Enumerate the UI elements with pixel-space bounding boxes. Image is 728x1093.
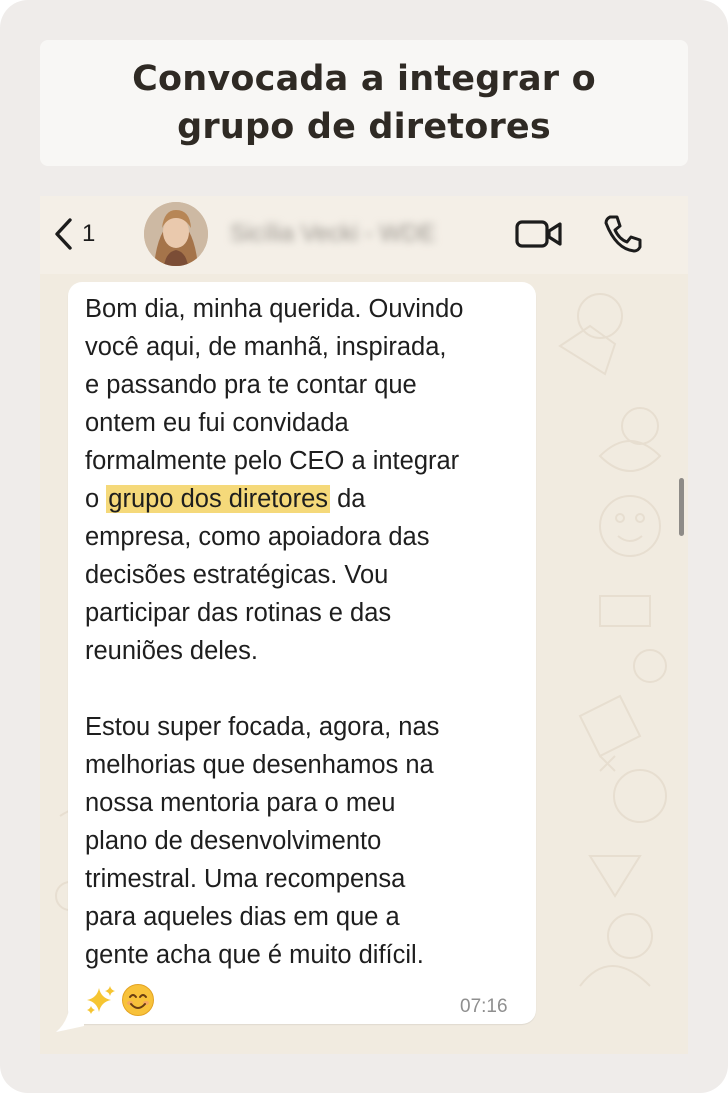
highlighted-phrase: grupo dos diretores — [106, 485, 330, 513]
video-camera-icon — [515, 220, 562, 248]
message-timestamp: 07:16 — [460, 996, 508, 1017]
chat-screenshot: 1 Sicília Vecki - WDE Bom dia, minha que… — [40, 196, 688, 1054]
back-button[interactable]: 1 — [52, 216, 112, 252]
title-box: Convocada a integrar o grupo de diretore… — [40, 40, 688, 166]
phone-icon — [604, 215, 642, 253]
post-title-line-2: grupo de diretores — [177, 107, 551, 147]
post-card: Convocada a integrar o grupo de diretore… — [0, 0, 728, 1093]
sparkles-icon — [87, 986, 115, 1014]
chat-header: 1 Sicília Vecki - WDE — [40, 196, 688, 274]
avatar[interactable] — [144, 202, 208, 266]
voice-call-button[interactable] — [600, 212, 644, 256]
unread-count: 1 — [82, 220, 96, 247]
post-title-line-1: Convocada a integrar o — [132, 59, 596, 99]
emoji-line — [85, 982, 155, 1018]
message-text-part-2: da empresa, como apoiadora das decisões … — [85, 485, 440, 969]
contact-name[interactable]: Sicília Vecki - WDE — [230, 220, 435, 248]
message-text: Bom dia, minha querida. Ouvindo você aqu… — [85, 290, 535, 974]
chevron-left-icon — [55, 218, 72, 250]
video-call-button[interactable] — [514, 214, 564, 254]
chat-scrollbar[interactable] — [679, 478, 684, 536]
bubble-tail — [56, 1004, 84, 1032]
post-title: Convocada a integrar o grupo de diretore… — [104, 55, 624, 151]
avatar-photo — [144, 202, 208, 266]
message-text-part-1: Bom dia, minha querida. Ouvindo você aqu… — [85, 295, 464, 513]
smiling-face-icon — [122, 984, 154, 1016]
